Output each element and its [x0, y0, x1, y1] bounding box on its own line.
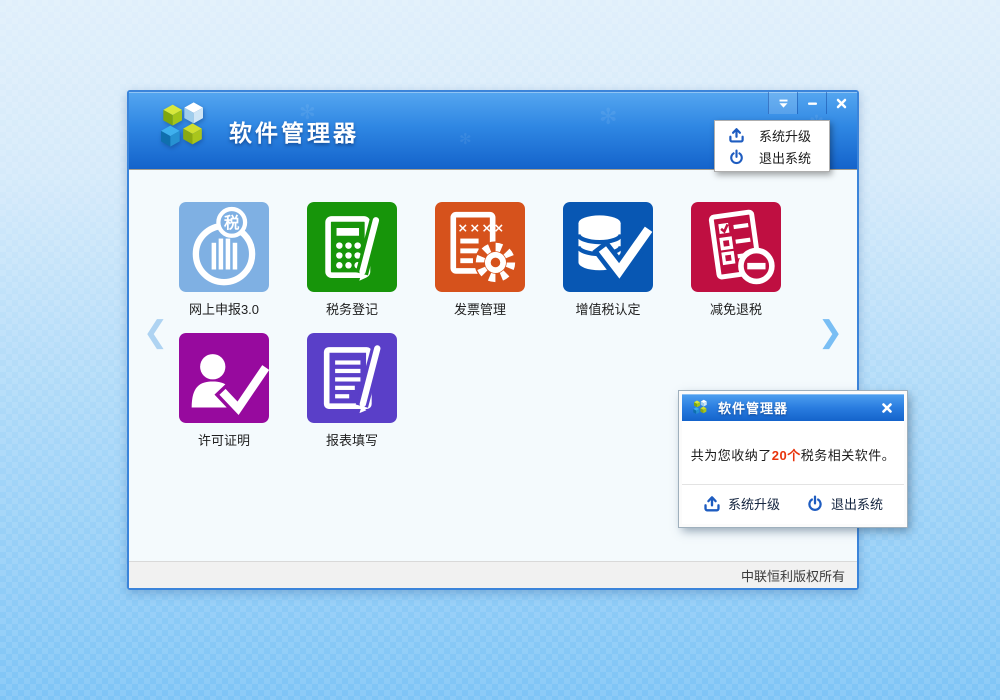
app-label: 增值税认定 — [563, 299, 653, 318]
menu-item-label: 系统升级 — [759, 126, 811, 145]
dialog-footer: 系统升级 退出系统 — [682, 484, 904, 524]
next-page-icon[interactable]: ❯ — [818, 318, 843, 348]
app-online-declaration[interactable]: 税 网上申报3.0 — [179, 202, 269, 318]
app-logo-mini-icon — [690, 399, 710, 417]
window-controls — [768, 92, 855, 114]
exit-system-button[interactable]: 退出系统 — [806, 494, 883, 513]
svg-text:税: 税 — [224, 213, 240, 232]
desktop-background: { "window": { "title": "软件管理器", "control… — [0, 0, 1000, 700]
app-label: 税务登记 — [307, 299, 397, 318]
dialog-close-icon[interactable] — [878, 399, 896, 417]
app-label: 许可证明 — [179, 430, 269, 449]
titlebar-dropdown-menu: 系统升级 退出系统 — [714, 120, 830, 172]
database-check-icon[interactable] — [563, 202, 653, 292]
checklist-minus-icon[interactable] — [691, 202, 781, 292]
dialog-titlebar: 软件管理器 — [682, 394, 904, 421]
software-manager-dialog: 软件管理器 共为您收纳了20个税务相关软件。 系统升级 退出系统 — [679, 391, 907, 527]
app-tax-registration[interactable]: 税务登记 — [307, 202, 397, 318]
message-suffix: 税务相关软件。 — [801, 448, 896, 463]
prev-page-icon[interactable]: ❮ — [143, 318, 168, 348]
app-license-certificate[interactable]: 许可证明 — [179, 333, 269, 449]
system-upgrade-button[interactable]: 系统升级 — [703, 494, 780, 513]
menu-item-exit-system[interactable]: 退出系统 — [715, 146, 829, 168]
button-label: 退出系统 — [831, 494, 883, 513]
copyright-text: 中联恒利版权所有 — [741, 566, 845, 585]
dialog-title: 软件管理器 — [718, 398, 788, 417]
app-tax-reduction-refund[interactable]: 减免退税 — [691, 202, 781, 318]
message-prefix: 共为您收纳了 — [691, 448, 772, 463]
menu-item-system-upgrade[interactable]: 系统升级 — [715, 124, 829, 146]
sparkle-decoration — [459, 130, 472, 148]
minimize-icon[interactable] — [797, 92, 826, 114]
power-icon — [806, 495, 824, 513]
app-logo-icon — [151, 100, 213, 161]
close-icon[interactable] — [826, 92, 855, 114]
upgrade-upload-icon — [728, 127, 745, 144]
menu-chevron-icon[interactable] — [768, 92, 797, 114]
invoice-gear-icon[interactable]: ×××× — [435, 202, 525, 292]
app-label: 报表填写 — [307, 430, 397, 449]
tax-emblem-icon[interactable]: 税 — [179, 202, 269, 292]
app-label: 网上申报3.0 — [179, 299, 269, 318]
calculator-pen-icon[interactable] — [307, 202, 397, 292]
app-label: 发票管理 — [435, 299, 525, 318]
power-icon — [728, 149, 745, 166]
app-label: 减免退税 — [691, 299, 781, 318]
app-vat-determination[interactable]: 增值税认定 — [563, 202, 653, 318]
titlebar: 软件管理器 系统升级 — [129, 92, 857, 170]
window-title: 软件管理器 — [229, 114, 359, 148]
svg-text:××××: ×××× — [458, 220, 506, 235]
window-footer: 中联恒利版权所有 — [129, 561, 857, 588]
report-pen-icon[interactable] — [307, 333, 397, 423]
app-invoice-management[interactable]: ×××× 发票管理 — [435, 202, 525, 318]
sparkle-decoration — [599, 104, 617, 130]
button-label: 系统升级 — [728, 494, 780, 513]
menu-item-label: 退出系统 — [759, 148, 811, 167]
dialog-message: 共为您收纳了20个税务相关软件。 — [682, 421, 904, 484]
person-check-icon[interactable] — [179, 333, 269, 423]
message-count: 20个 — [772, 448, 801, 463]
upgrade-upload-icon — [703, 495, 721, 513]
app-report-filling[interactable]: 报表填写 — [307, 333, 397, 449]
